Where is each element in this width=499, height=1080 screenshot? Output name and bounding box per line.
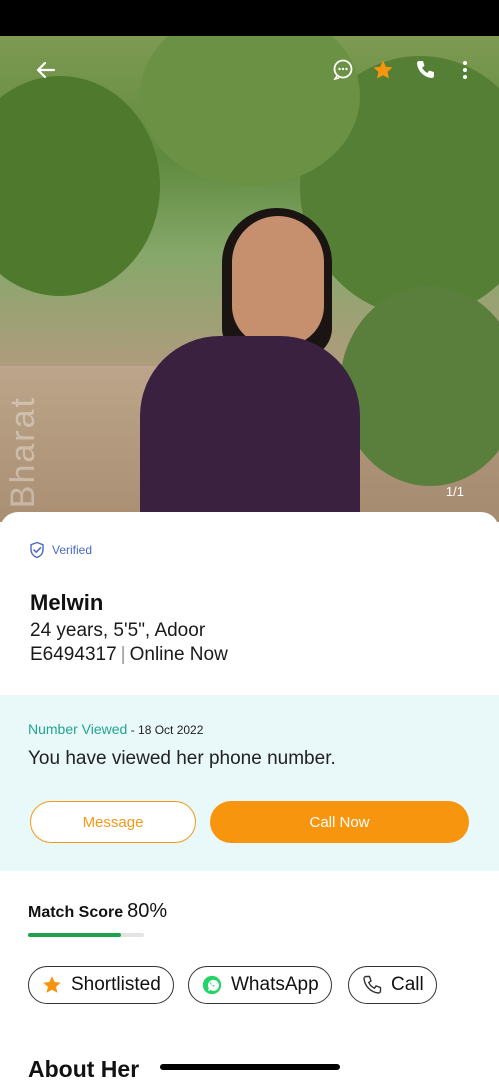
profile-id: E6494317 xyxy=(30,644,117,665)
profile-photo[interactable]: Bharat 1/1 xyxy=(0,36,499,522)
photo-watermark: Bharat xyxy=(4,396,42,509)
profile-age-height-location: 24 years, 5'5", Adoor xyxy=(30,620,206,641)
match-score: Match Score 80% xyxy=(28,900,167,923)
status-bar xyxy=(0,0,499,36)
number-viewed-message: You have viewed her phone number. xyxy=(28,748,336,769)
verified-badge: Verified xyxy=(28,541,92,559)
message-button[interactable]: Message xyxy=(30,801,196,843)
home-indicator[interactable] xyxy=(160,1064,340,1070)
photo-foliage xyxy=(0,76,160,296)
number-viewed-heading: Number Viewed - 18 Oct 2022 xyxy=(28,721,203,737)
verified-label: Verified xyxy=(52,543,93,557)
photo-foliage xyxy=(340,286,499,486)
separator: | xyxy=(120,644,126,665)
profile-name: Melwin xyxy=(30,590,104,615)
match-score-bar-fill xyxy=(28,933,121,937)
photo-outfit xyxy=(140,336,360,522)
whatsapp-icon xyxy=(202,975,222,995)
number-viewed-date: - 18 Oct 2022 xyxy=(127,723,204,737)
match-score-label: Match Score xyxy=(28,904,124,921)
call-now-button[interactable]: Call Now xyxy=(210,801,469,843)
phone-icon[interactable] xyxy=(411,56,439,84)
shortlisted-label: Shortlisted xyxy=(71,974,161,995)
online-status: Online Now xyxy=(129,644,228,665)
photo-face xyxy=(232,216,324,346)
call-label: Call xyxy=(391,974,424,995)
arrow-left-icon[interactable] xyxy=(32,56,60,84)
more-vertical-icon[interactable] xyxy=(451,56,479,84)
number-viewed-title: Number Viewed xyxy=(28,721,128,737)
star-icon xyxy=(43,976,61,993)
profile-id-status: E6494317 | Online Now xyxy=(30,644,228,666)
whatsapp-label: WhatsApp xyxy=(231,974,319,995)
chat-bubble-icon[interactable] xyxy=(329,56,357,84)
call-button[interactable]: Call xyxy=(348,966,437,1004)
star-icon[interactable] xyxy=(369,56,397,84)
top-action-bar xyxy=(0,56,499,88)
phone-outline-icon xyxy=(363,975,382,994)
shortlisted-button[interactable]: Shortlisted xyxy=(28,966,174,1004)
match-score-value: 80% xyxy=(127,900,168,922)
whatsapp-button[interactable]: WhatsApp xyxy=(188,966,332,1004)
verified-shield-icon xyxy=(30,541,44,559)
photo-counter: 1/1 xyxy=(445,484,464,499)
match-score-bar xyxy=(28,933,144,937)
about-her-heading: About Her xyxy=(28,1056,140,1080)
